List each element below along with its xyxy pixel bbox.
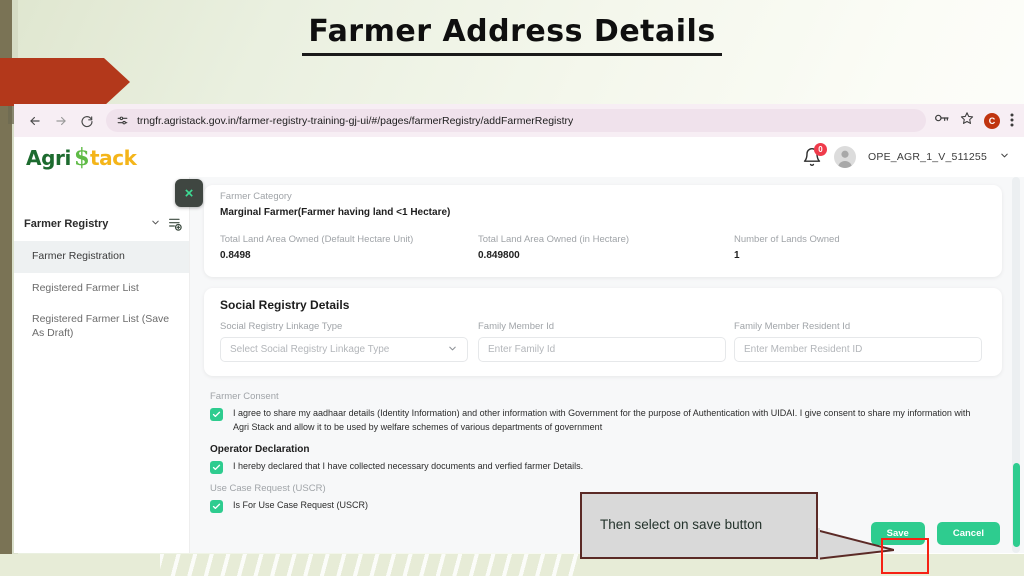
check-icon (212, 411, 221, 418)
linkage-type-select[interactable]: Select Social Registry Linkage Type (220, 337, 468, 362)
sidebar-item-label: Farmer Registration (32, 250, 125, 262)
logo-text-agri: Agri (26, 145, 71, 170)
sidebar-item-label: Registered Farmer List (32, 281, 139, 294)
app-body: × Farmer Registry Farmer Registration Re… (14, 177, 1024, 553)
slide-footer-stripes (160, 554, 580, 576)
check-icon (212, 464, 221, 470)
kebab-menu-icon[interactable] (1010, 113, 1014, 129)
operator-declaration-checkbox[interactable] (210, 460, 223, 474)
operator-declaration-row[interactable]: I hereby declared that I have collected … (210, 460, 1002, 474)
notifications-button[interactable]: 0 (802, 143, 827, 167)
address-bar[interactable]: trngfr.agristack.gov.in/farmer-registry-… (106, 109, 926, 132)
field-value: 0.849800 (478, 250, 520, 261)
annotation-callout-text: Then select on save button (600, 517, 763, 532)
farmer-consent-label: Farmer Consent (210, 391, 279, 402)
app-header: Agri $ tack 0 OPE_AGR_1_V_511255 (14, 137, 1024, 177)
operator-declaration-label: Operator Declaration (210, 443, 310, 455)
family-member-id-input[interactable]: Enter Family Id (478, 337, 726, 362)
family-member-resident-id-placeholder: Enter Member Resident ID (744, 344, 863, 355)
field-label: Number of Lands Owned (734, 234, 840, 245)
browser-toolbar: trngfr.agristack.gov.in/farmer-registry-… (14, 104, 1024, 137)
document-add-icon[interactable] (167, 216, 183, 232)
chevron-down-icon[interactable] (150, 217, 161, 231)
sidebar-close-button[interactable]: × (175, 179, 203, 207)
annotation-callout: Then select on save button (580, 492, 818, 559)
operator-declaration-text: I hereby declared that I have collected … (233, 460, 584, 471)
user-name-label: OPE_AGR_1_V_511255 (868, 151, 987, 163)
farmer-consent-row[interactable]: I agree to share my aadhaar details (Ide… (210, 407, 1002, 435)
forward-button[interactable] (48, 108, 74, 134)
key-icon[interactable] (934, 111, 950, 130)
browser-toolbar-actions: C (934, 111, 1016, 130)
family-member-resident-id-input[interactable]: Enter Member Resident ID (734, 337, 982, 362)
linkage-type-cell: Social Registry Linkage Type Select Soci… (220, 321, 478, 362)
profile-avatar-chip[interactable]: C (984, 112, 1000, 129)
page-title: Farmer Address Details (0, 14, 1024, 56)
user-avatar-icon (838, 150, 852, 168)
sidebar: × Farmer Registry Farmer Registration Re… (14, 177, 203, 553)
number-of-lands-owned-field: Number of Lands Owned 1 (734, 234, 986, 261)
sidebar-group-label: Farmer Registry (24, 218, 109, 230)
land-area-hectare-field: Total Land Area Owned (in Hectare) 0.849… (478, 234, 734, 261)
family-member-resident-id-label: Family Member Resident Id (734, 321, 851, 332)
star-icon[interactable] (960, 111, 974, 130)
social-registry-input-row: Social Registry Linkage Type Select Soci… (220, 321, 986, 362)
sidebar-item-registered-farmer-list[interactable]: Registered Farmer List (14, 273, 189, 305)
sidebar-item-registered-farmer-list-draft[interactable]: Registered Farmer List (Save As Draft) (14, 304, 189, 349)
social-registry-details-card: Social Registry Details Social Registry … (204, 288, 1002, 376)
back-button[interactable] (22, 108, 48, 134)
browser-window: trngfr.agristack.gov.in/farmer-registry-… (14, 104, 1024, 553)
scrollbar-thumb[interactable] (1013, 463, 1020, 547)
logo-glyph-s: $ (73, 143, 90, 171)
farmer-category-card: Farmer Category Marginal Farmer(Farmer h… (204, 185, 1002, 277)
land-summary-row: Total Land Area Owned (Default Hectare U… (220, 234, 986, 261)
farmer-category-label: Farmer Category (220, 191, 292, 202)
sidebar-group-farmer-registry[interactable]: Farmer Registry (14, 207, 189, 241)
farmer-category-value: Marginal Farmer(Farmer having land <1 He… (220, 207, 451, 218)
land-area-default-unit-field: Total Land Area Owned (Default Hectare U… (220, 234, 478, 261)
linkage-type-select-value: Select Social Registry Linkage Type (230, 344, 390, 355)
chevron-down-icon[interactable] (999, 150, 1010, 164)
check-icon (212, 503, 221, 509)
presentation-slide: Farmer Address Details trngfr.agristack.… (0, 0, 1024, 576)
app-header-actions: 0 OPE_AGR_1_V_511255 (802, 143, 1010, 168)
field-value: 0.8498 (220, 250, 251, 261)
cancel-button[interactable]: Cancel (936, 522, 1000, 545)
notification-badge: 0 (814, 143, 827, 156)
linkage-type-label: Social Registry Linkage Type (220, 321, 343, 332)
rust-arrow-banner (0, 58, 130, 106)
sidebar-item-label: Registered Farmer List (Save As Draft) (32, 313, 170, 339)
address-bar-url: trngfr.agristack.gov.in/farmer-registry-… (137, 114, 574, 127)
close-icon: × (184, 184, 194, 202)
reload-button[interactable] (74, 108, 100, 134)
farmer-consent-checkbox[interactable] (210, 408, 223, 421)
logo-text-tack: tack (89, 145, 137, 170)
agristack-logo[interactable]: Agri $ tack (26, 144, 137, 171)
field-value: 1 (734, 250, 740, 261)
family-member-id-cell: Family Member Id Enter Family Id (478, 321, 734, 362)
tune-icon[interactable] (116, 114, 129, 127)
chevron-down-icon (447, 343, 458, 357)
page-title-text: Farmer Address Details (302, 14, 722, 56)
family-member-resident-id-cell: Family Member Resident Id Enter Member R… (734, 321, 986, 362)
field-label: Total Land Area Owned (Default Hectare U… (220, 234, 414, 245)
farmer-consent-text: I agree to share my aadhaar details (Ide… (233, 408, 971, 432)
avatar[interactable] (834, 146, 856, 168)
uscr-text: Is For Use Case Request (USCR) (233, 499, 369, 510)
save-button-highlight-box (881, 538, 929, 574)
uscr-checkbox[interactable] (210, 499, 223, 513)
field-label: Total Land Area Owned (in Hectare) (478, 234, 630, 245)
family-member-id-label: Family Member Id (478, 321, 555, 332)
social-registry-title: Social Registry Details (220, 298, 350, 312)
family-member-id-placeholder: Enter Family Id (488, 344, 556, 355)
sidebar-item-farmer-registration[interactable]: Farmer Registration (14, 241, 189, 273)
